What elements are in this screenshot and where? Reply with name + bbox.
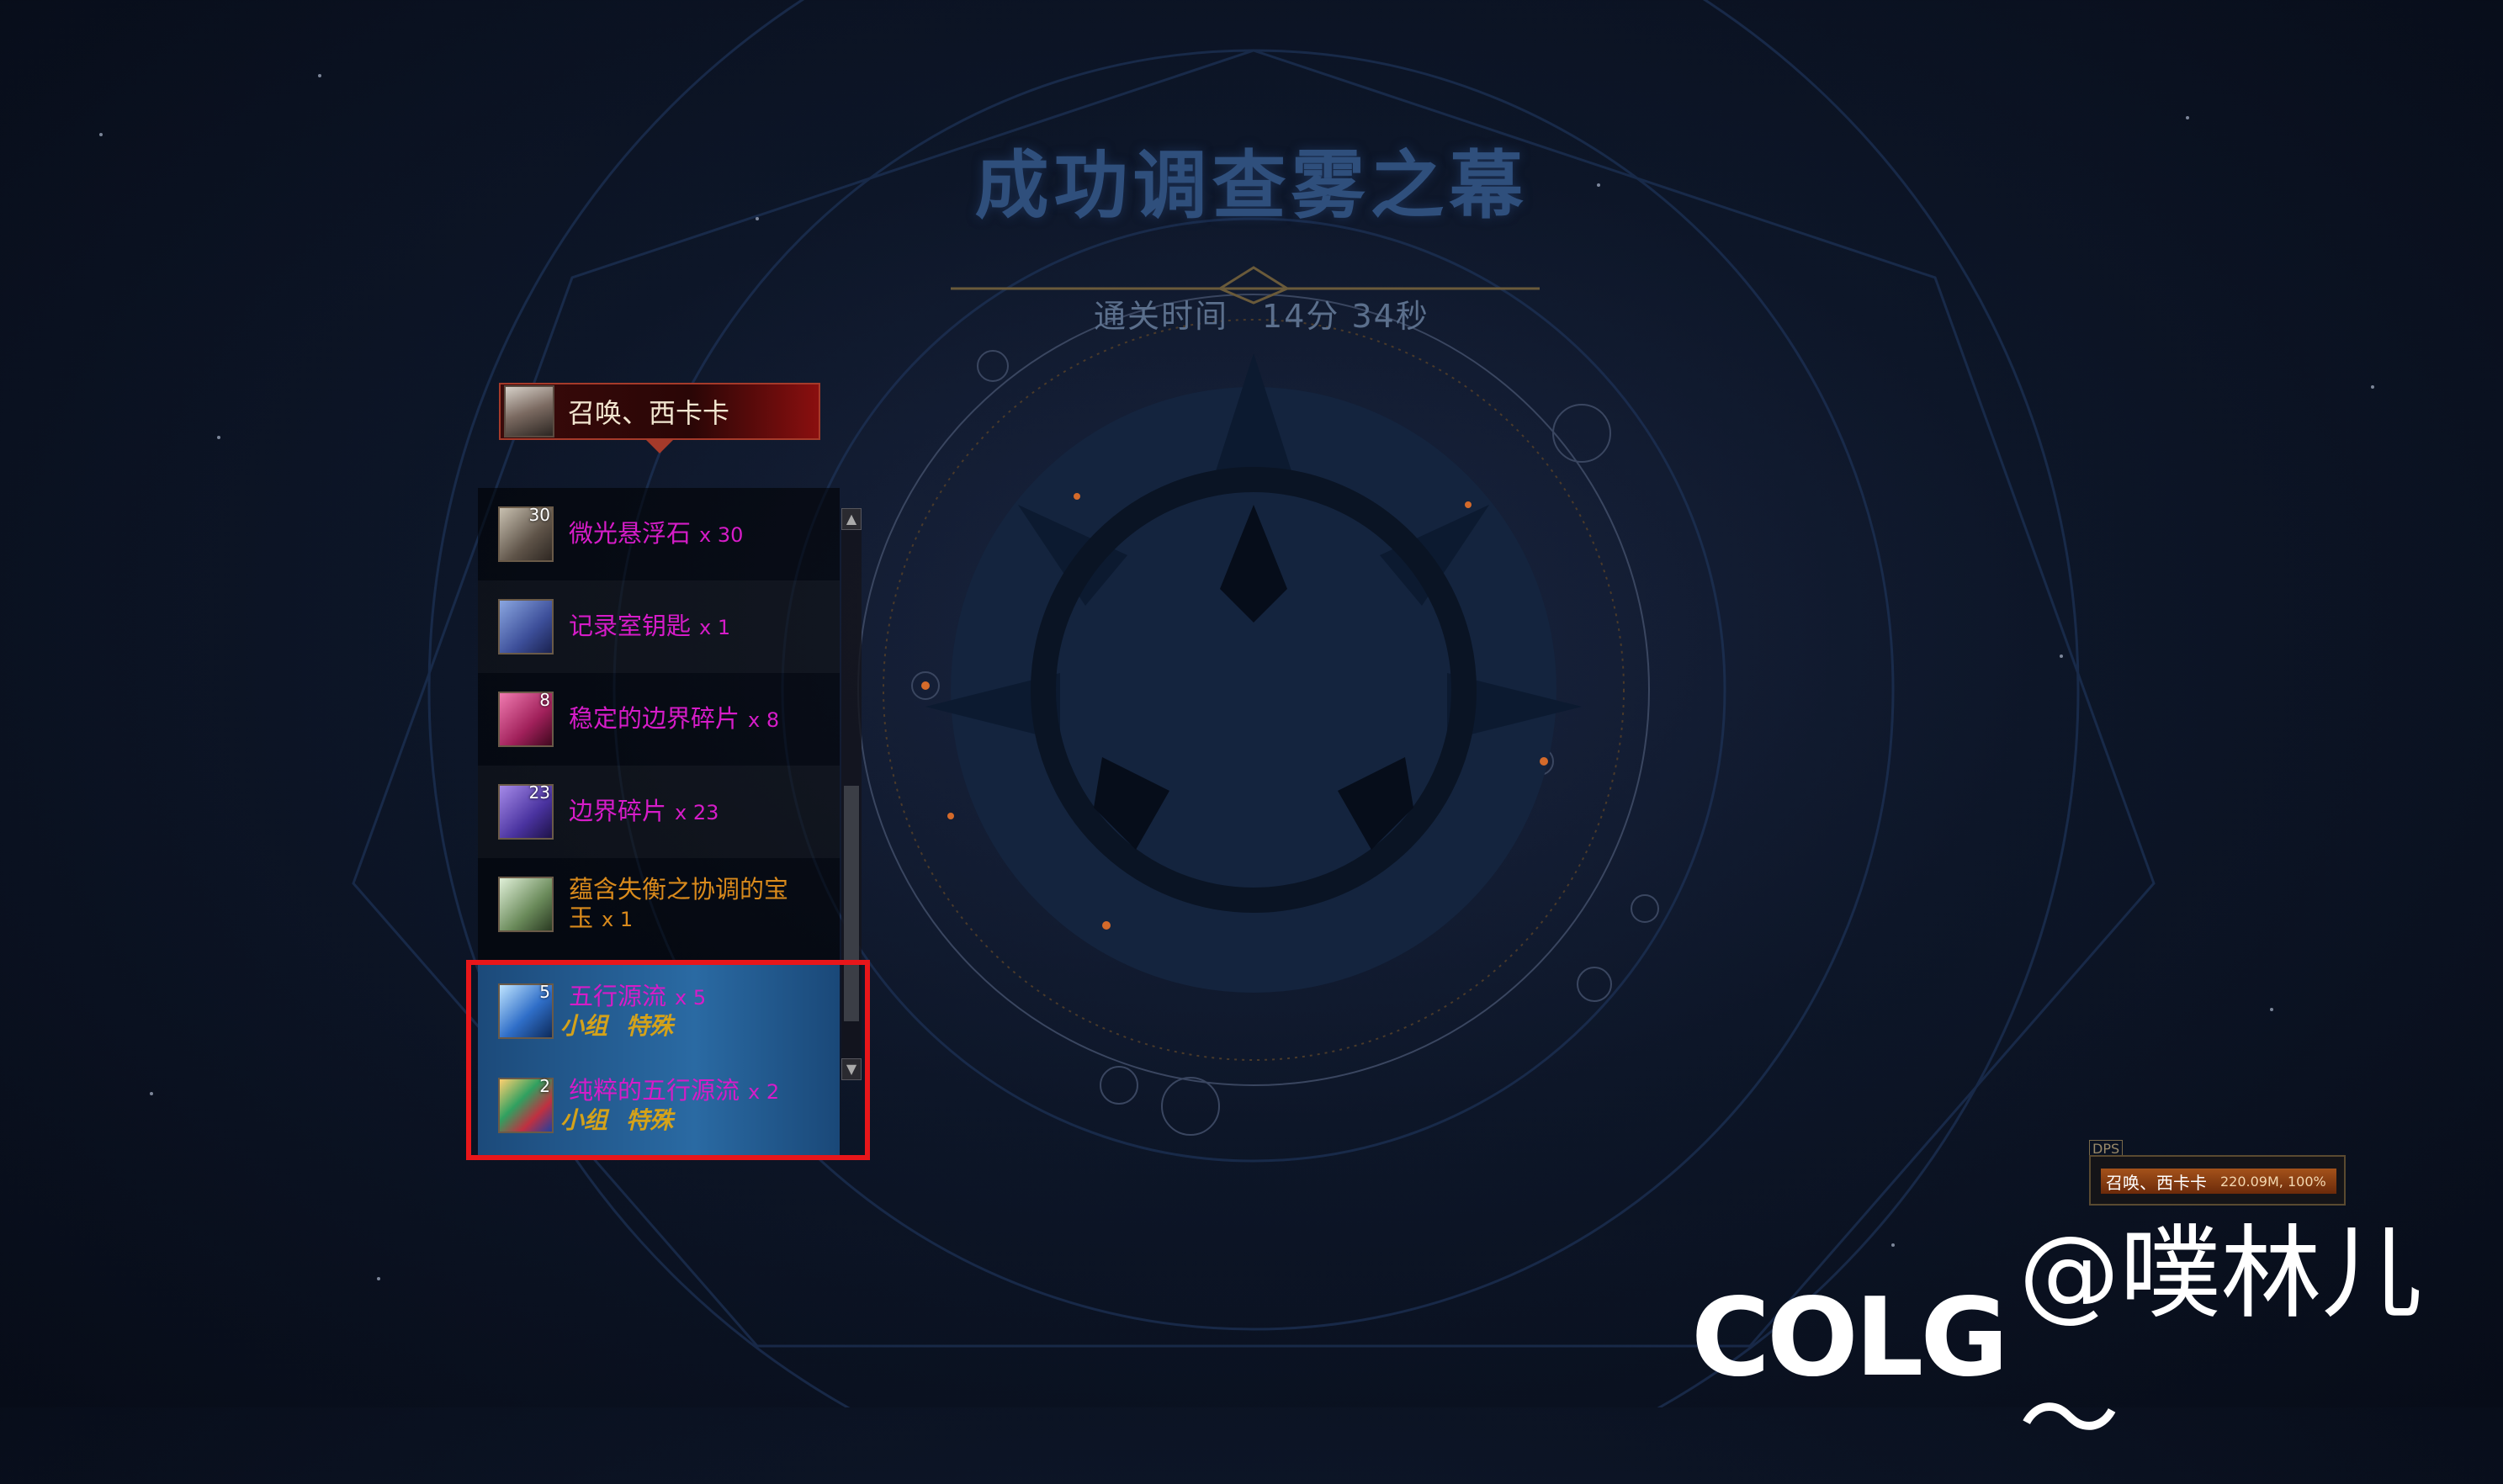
dps-bar: 召唤、西卡卡 220.09M, 100%: [2101, 1169, 2336, 1194]
item-label: 边界碎片 x 23: [569, 797, 719, 827]
scroll-up-icon[interactable]: ▲: [841, 508, 862, 530]
loot-item[interactable]: 蕴含失衡之协调的宝 玉 x 1: [478, 858, 840, 951]
dps-value: 220.09M, 100%: [2220, 1173, 2326, 1190]
item-name-line1: 蕴含失衡之协调的宝: [569, 875, 789, 904]
character-tab[interactable]: 召唤、西卡卡: [499, 383, 820, 440]
fragment-item-icon: 23: [498, 782, 554, 840]
key-item-icon: [498, 599, 554, 655]
clear-time-value: 14分 34秒: [1262, 298, 1429, 335]
item-name: 稳定的边界碎片: [569, 704, 740, 733]
dps-player-name: 召唤、西卡卡: [2106, 1172, 2207, 1193]
tab-pointer-icon: [646, 440, 673, 453]
item-label: 记录室钥匙 x 1: [569, 612, 730, 642]
item-name: 微光悬浮石: [569, 519, 692, 548]
stone-item-icon: 30: [498, 505, 554, 562]
loot-item[interactable]: 23 边界碎片 x 23: [478, 766, 840, 858]
jade-item-icon: [498, 877, 554, 932]
clear-time: 通关时间 14分 34秒: [1094, 290, 1429, 337]
watermark-user: @噗林儿～: [2018, 1216, 2423, 1479]
character-avatar: [504, 385, 554, 437]
highlight-box: [466, 960, 870, 1160]
item-count: 30: [528, 505, 550, 525]
watermark: COLG @噗林儿～: [1691, 1216, 2503, 1479]
item-name: 边界碎片: [569, 797, 667, 825]
item-name: 记录室钥匙: [569, 612, 692, 640]
item-label: 蕴含失衡之协调的宝 玉 x 1: [569, 875, 788, 934]
result-title: 成功调查雾之幕: [974, 141, 1529, 229]
item-count: 23: [528, 782, 550, 803]
clear-time-label: 通关时间: [1094, 298, 1229, 335]
loot-item[interactable]: 记录室钥匙 x 1: [478, 580, 840, 673]
loot-item[interactable]: 8 稳定的边界碎片 x 8: [478, 673, 840, 766]
colg-logo: COLG: [1691, 1275, 2008, 1401]
item-count: 8: [539, 690, 550, 710]
item-qty: x 1: [699, 616, 731, 639]
loot-item[interactable]: 30 微光悬浮石 x 30: [478, 488, 840, 580]
item-label: 稳定的边界碎片 x 8: [569, 704, 779, 734]
item-name-line2: 玉: [569, 904, 594, 932]
item-qty: x 1: [602, 908, 634, 931]
character-name: 召唤、西卡卡: [568, 397, 730, 429]
item-qty: x 23: [675, 801, 719, 824]
fragment-item-icon: 8: [498, 690, 554, 747]
item-label: 微光悬浮石 x 30: [569, 519, 743, 549]
item-qty: x 30: [699, 523, 744, 547]
item-qty: x 8: [748, 708, 780, 732]
